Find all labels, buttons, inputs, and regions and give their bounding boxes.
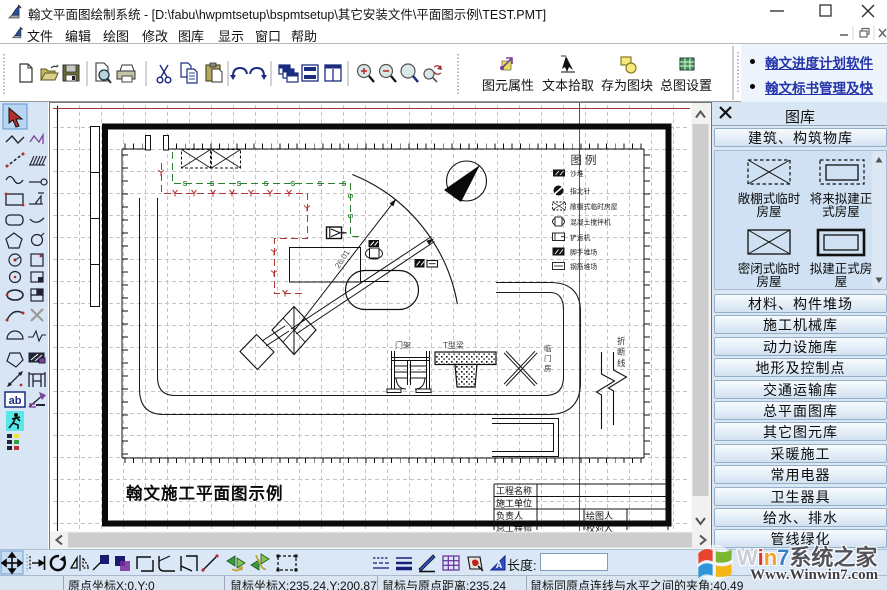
svg-text:断: 断 xyxy=(617,347,626,357)
svg-text:临: 临 xyxy=(544,343,552,353)
svg-text:施工单位: 施工单位 xyxy=(496,498,532,509)
svg-text:ab: ab xyxy=(9,395,22,407)
svg-text:S: S xyxy=(210,181,215,188)
svg-text:S: S xyxy=(346,214,353,219)
svg-text:S: S xyxy=(291,181,296,188)
svg-text:敞棚式临时房屋: 敞棚式临时房屋 xyxy=(570,202,618,211)
svg-text:钢筋堆场: 钢筋堆场 xyxy=(570,262,597,271)
svg-text:房屋: 房屋 xyxy=(756,274,781,289)
svg-text:A: A xyxy=(496,560,503,570)
svg-text:将来拟建正: 将来拟建正 xyxy=(810,192,873,206)
svg-text:负责人: 负责人 xyxy=(496,510,523,521)
svg-text:S: S xyxy=(237,181,242,188)
svg-text:铲运机: 铲运机 xyxy=(570,233,591,242)
svg-text:混凝土搅拌机: 混凝土搅拌机 xyxy=(570,218,611,227)
svg-text:门: 门 xyxy=(544,354,552,363)
svg-text:图例: 图例 xyxy=(571,153,600,167)
svg-text:S: S xyxy=(183,181,188,188)
svg-text:工程名称: 工程名称 xyxy=(496,485,532,496)
svg-text:S: S xyxy=(318,181,323,188)
svg-text:S: S xyxy=(342,181,347,188)
svg-text:线: 线 xyxy=(617,358,626,368)
svg-text:房: 房 xyxy=(544,363,552,373)
svg-text:折: 折 xyxy=(617,336,626,346)
svg-text:式房屋: 式房屋 xyxy=(822,204,860,219)
svg-text:S: S xyxy=(346,194,353,199)
svg-text:指北针: 指北针 xyxy=(570,187,591,196)
svg-text:屋: 屋 xyxy=(835,275,848,289)
svg-text:沙堆: 沙堆 xyxy=(570,169,584,178)
svg-text:房屋: 房屋 xyxy=(756,204,781,219)
svg-text:敞棚式临时: 敞棚式临时 xyxy=(738,191,801,206)
svg-text:脚手堆场: 脚手堆场 xyxy=(570,248,597,257)
svg-text:翰文施工平面图示例: 翰文施工平面图示例 xyxy=(126,483,284,503)
svg-text:T型梁: T型梁 xyxy=(443,341,464,350)
svg-text:密闭式临时: 密闭式临时 xyxy=(738,261,801,276)
svg-text:绘图人: 绘图人 xyxy=(586,510,613,521)
svg-text:S: S xyxy=(264,181,269,188)
svg-text:门架: 门架 xyxy=(395,340,411,350)
svg-text:拟建正式房: 拟建正式房 xyxy=(810,261,873,276)
